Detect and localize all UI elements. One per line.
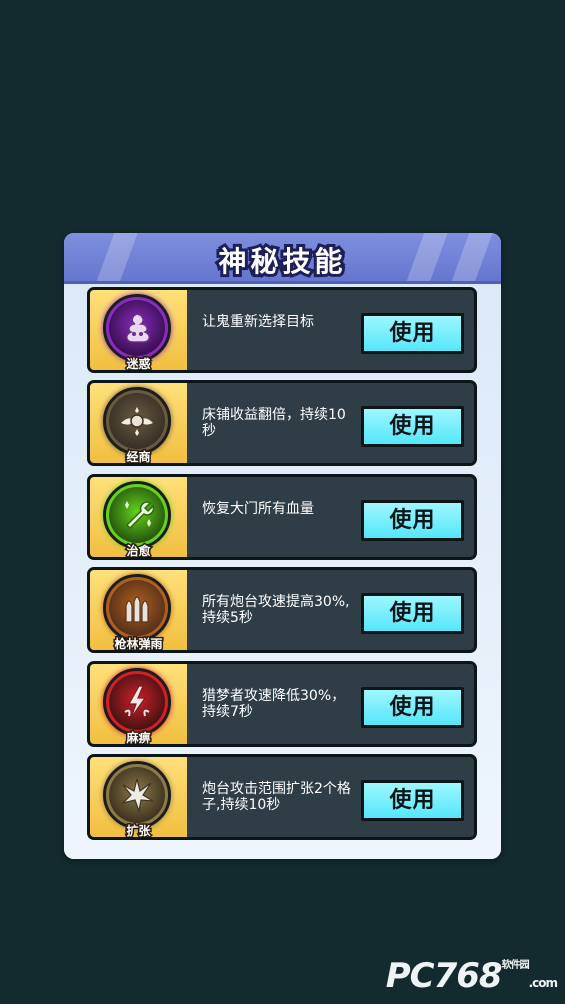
skill-icon-area: 枪林弹雨	[90, 570, 187, 652]
skill-icon-area: 治愈	[90, 476, 187, 558]
use-button[interactable]: 使用	[361, 779, 464, 821]
skill-description: 恢复大门所有血量	[202, 500, 314, 517]
skill-description: 猎梦者攻速降低30%，持续7秒	[202, 687, 346, 720]
skill-icon-ring	[103, 294, 171, 362]
use-button[interactable]: 使用	[361, 499, 464, 541]
skill-icon-ring	[103, 574, 171, 643]
skill-name: 经商	[125, 449, 152, 465]
skill-description: 炮台攻击范围扩张2个格子,持续10秒	[202, 780, 351, 813]
skill-name: 扩张	[125, 822, 152, 838]
skill-icon-area: 迷惑	[90, 290, 187, 370]
panel-header: 神秘技能	[64, 233, 501, 284]
wrench-heal-icon	[109, 486, 165, 543]
skill-name: 麻痹	[125, 729, 152, 745]
skill-description: 让鬼重新选择目标	[202, 314, 314, 330]
bullets-icon	[109, 580, 165, 637]
watermark: PC768软件园 .com	[385, 956, 558, 996]
use-button[interactable]: 使用	[361, 686, 464, 728]
use-button[interactable]: 使用	[361, 313, 464, 354]
skill-description: 所有炮台攻速提高30%,持续5秒	[202, 594, 350, 627]
skill-row-zhiyu: 治愈 恢复大门所有血量 使用	[87, 473, 477, 560]
panel-title: 神秘技能	[215, 242, 347, 281]
skill-icon-ring	[103, 667, 171, 736]
skill-name: 治愈	[125, 542, 152, 558]
skill-row-kuozhang: 扩张 炮台攻击范围扩张2个格子,持续10秒 使用	[87, 753, 477, 840]
use-button[interactable]: 使用	[361, 593, 464, 635]
skill-icon-area: 麻痹	[90, 663, 187, 745]
skill-description: 床铺收益翻倍，持续10秒	[202, 407, 346, 440]
watermark-domain: .com	[528, 976, 558, 990]
ghost-smoke-icon	[109, 300, 165, 356]
lightning-icon	[109, 673, 165, 730]
skill-row-qianglindanyu: 枪林弹雨 所有炮台攻速提高30%,持续5秒 使用	[87, 567, 477, 654]
skill-row-mabi: 麻痹 猎梦者攻速降低30%，持续7秒 使用	[87, 660, 477, 747]
skill-icon-ring	[103, 760, 171, 829]
watermark-sub: 软件园	[501, 960, 530, 971]
skill-list: 迷惑 让鬼重新选择目标 使用 经商 床铺收益翻倍，持续10秒 使用 治愈 恢复大…	[87, 287, 477, 847]
coin-wing-icon	[109, 393, 165, 450]
skill-icon-area: 经商	[90, 383, 187, 465]
burst-icon	[109, 766, 165, 823]
skill-name: 迷惑	[125, 356, 152, 371]
skill-row-jingshang: 经商 床铺收益翻倍，持续10秒 使用	[87, 380, 477, 467]
skill-icon-ring	[103, 387, 171, 456]
use-button[interactable]: 使用	[361, 406, 464, 448]
skill-icon-ring	[103, 480, 171, 549]
skill-name: 枪林弹雨	[113, 636, 164, 652]
skill-icon-area: 扩张	[90, 756, 187, 838]
skill-row-mihuo: 迷惑 让鬼重新选择目标 使用	[87, 287, 477, 373]
watermark-text: PC768	[385, 956, 503, 996]
